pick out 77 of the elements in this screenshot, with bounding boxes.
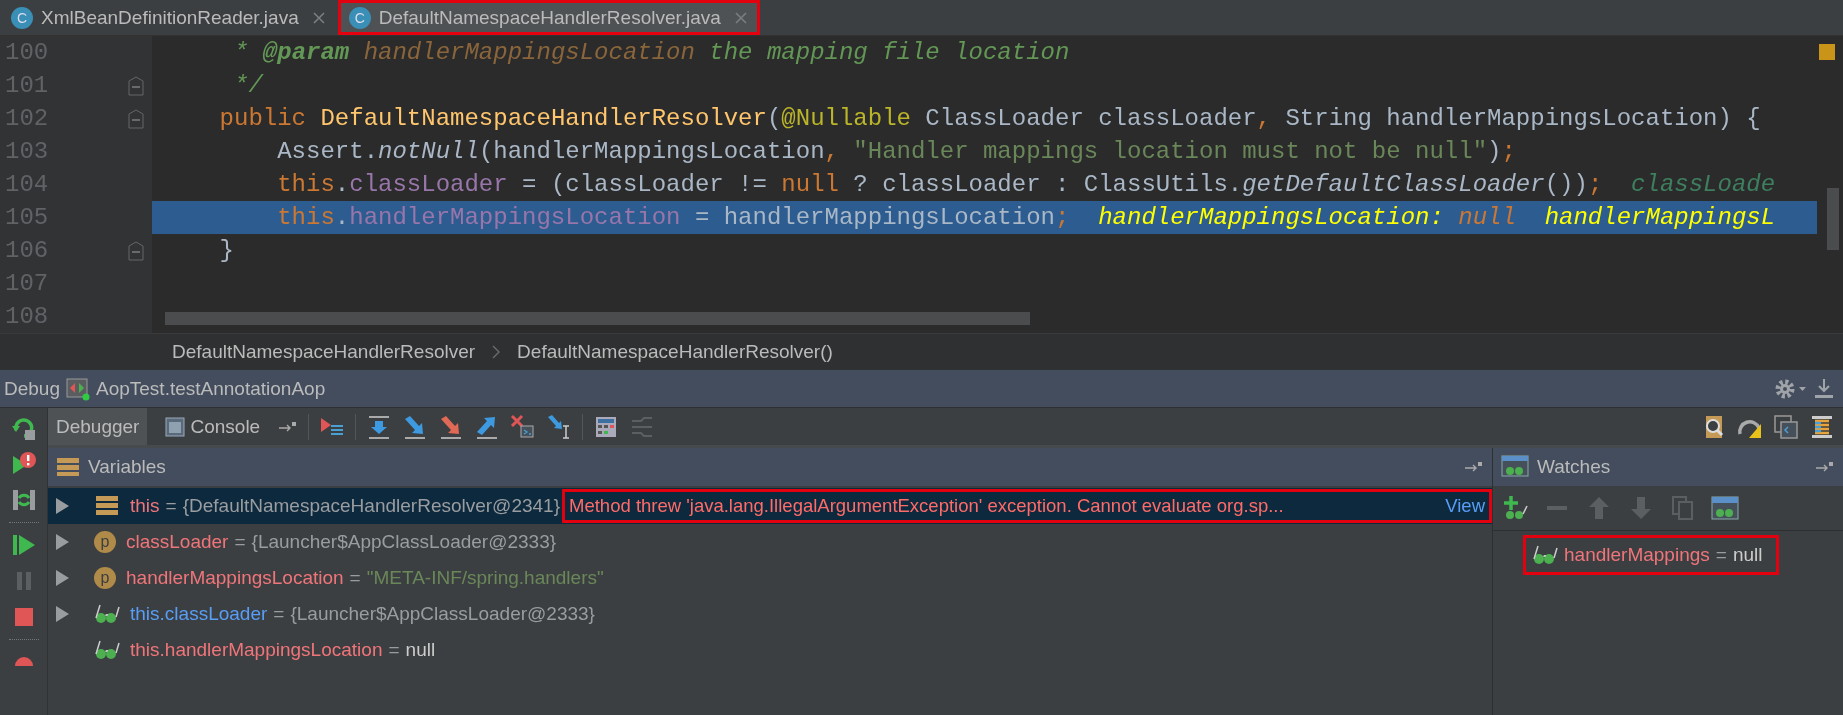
code-line: this.classLoader = (classLoader != null ? classLoader : ClassUtils.getDefaultClassLoader()); classLoade bbox=[276, 169, 1777, 200]
console-icon bbox=[165, 416, 186, 437]
fold-marker-icon[interactable] bbox=[128, 108, 144, 129]
variable-value: "META-INF/spring.handlers" bbox=[366, 567, 604, 589]
error-message: Method threw 'java.lang.IllegalArgumentException' exception. Cannot evaluate org.sp... bbox=[569, 495, 1284, 517]
vertical-scrollbar[interactable] bbox=[1827, 188, 1839, 250]
horizontal-scrollbar[interactable] bbox=[165, 312, 1030, 325]
run-config-icon bbox=[66, 376, 90, 401]
panel-tab[interactable]: Debugger bbox=[48, 408, 148, 445]
panel-title: Debug bbox=[4, 377, 60, 400]
code-line: */ bbox=[233, 70, 265, 101]
variable-row[interactable]: this.classLoader = {Launcher$AppClassLoader@2333} bbox=[48, 596, 1492, 632]
expand-arrow-icon[interactable] bbox=[54, 497, 70, 515]
watch-value: null bbox=[1732, 544, 1763, 566]
editor-tab[interactable]: C DefaultNamespaceHandlerResolver.java bbox=[337, 0, 760, 35]
code-editor[interactable] bbox=[0, 36, 1843, 333]
glasses-icon bbox=[1532, 543, 1558, 567]
variable-value: null bbox=[405, 639, 436, 661]
variable-name: this.handlerMappingsLocation bbox=[130, 639, 383, 661]
windows-icon[interactable] bbox=[1773, 413, 1799, 440]
pin-icon[interactable] bbox=[1464, 460, 1484, 474]
expand-arrow-icon[interactable] bbox=[54, 533, 70, 551]
panel-title: Variables bbox=[88, 456, 166, 478]
pin-icon[interactable] bbox=[1815, 460, 1835, 474]
equals-sign: = bbox=[349, 567, 361, 589]
session-name[interactable]: AopTest.testAnnotationAop bbox=[96, 377, 326, 400]
add-watch-icon[interactable] bbox=[1501, 494, 1529, 522]
cross-frame-icon[interactable] bbox=[510, 413, 537, 440]
editor-tab[interactable]: C XmlBeanDefinitionReader.java bbox=[0, 0, 338, 35]
frames-icon bbox=[56, 457, 80, 477]
equals-sign: = bbox=[273, 603, 285, 625]
fold-marker-icon[interactable] bbox=[128, 240, 144, 261]
close-icon[interactable] bbox=[312, 11, 325, 24]
parameter-icon: p bbox=[94, 567, 116, 589]
equals-sign: = bbox=[388, 639, 400, 661]
variable-value: {Launcher$AppClassLoader@2333} bbox=[290, 603, 595, 625]
panel-tab[interactable]: Console bbox=[157, 408, 269, 445]
variable-row[interactable]: this.handlerMappingsLocation = null bbox=[48, 632, 1492, 668]
variable-name: this bbox=[130, 495, 160, 517]
glasses-icon bbox=[94, 602, 120, 626]
equals-sign: = bbox=[234, 531, 246, 553]
fields-icon bbox=[94, 494, 120, 518]
pin-icon[interactable] bbox=[278, 419, 299, 434]
glasses-icon bbox=[94, 638, 120, 662]
variable-name: classLoader bbox=[126, 531, 229, 553]
panel-title: Watches bbox=[1537, 456, 1611, 478]
view-link[interactable]: View bbox=[1439, 495, 1485, 517]
expand-arrow-icon[interactable] bbox=[54, 569, 70, 587]
glasses-window-icon[interactable] bbox=[1711, 494, 1739, 522]
equals-sign: = bbox=[1715, 544, 1727, 566]
parameter-icon: p bbox=[94, 531, 116, 553]
minimize-icon[interactable] bbox=[1813, 376, 1835, 401]
code-line: public DefaultNamespaceHandlerResolver(@Nullable ClassLoader classLoader, String handlerMappingsLocation) { bbox=[218, 103, 1762, 134]
class-icon: C bbox=[11, 6, 33, 29]
glasses-window-icon bbox=[1501, 455, 1529, 479]
breadcrumb[interactable]: DefaultNamespaceHandlerResolver() bbox=[517, 341, 833, 363]
thread-spool-icon[interactable] bbox=[1809, 413, 1835, 440]
variable-value: {DefaultNamespaceHandlerResolver@2341} bbox=[182, 495, 561, 517]
variable-row[interactable]: p classLoader = {Launcher$AppClassLoader@2333} bbox=[48, 524, 1492, 560]
fold-marker-icon[interactable] bbox=[128, 75, 144, 96]
watch-item[interactable]: handlerMappings = null bbox=[1523, 535, 1780, 575]
minus-icon bbox=[1547, 506, 1567, 510]
variable-name: this.classLoader bbox=[130, 603, 268, 625]
breadcrumb[interactable]: DefaultNamespaceHandlerResolver bbox=[172, 341, 476, 363]
variable-row[interactable]: p handlerMappingsLocation = "META-INF/spring.handlers" bbox=[48, 560, 1492, 596]
variable-value: {Launcher$AppClassLoader@2333} bbox=[251, 531, 557, 553]
expand-arrow-icon[interactable] bbox=[54, 605, 70, 623]
warning-marker[interactable] bbox=[1819, 44, 1835, 60]
variable-name: handlerMappingsLocation bbox=[126, 567, 344, 589]
variable-row[interactable]: this = {DefaultNamespaceHandlerResolver@2341} Method threw 'java.lang.IllegalArgumentException' exception. Cannot evaluate org.sp... View bbox=[48, 488, 1492, 524]
chevron-icon bbox=[491, 344, 502, 360]
watch-name: handlerMappings bbox=[1564, 544, 1710, 566]
code-line: * @param handlerMappingsLocation the mapping file location bbox=[233, 37, 1071, 68]
code-line: Assert.notNull(handlerMappingsLocation, "Handler mappings location must not be null"); bbox=[276, 136, 1517, 167]
equals-sign: = bbox=[165, 495, 177, 517]
code-line: } bbox=[218, 235, 235, 266]
class-icon: C bbox=[348, 6, 371, 29]
